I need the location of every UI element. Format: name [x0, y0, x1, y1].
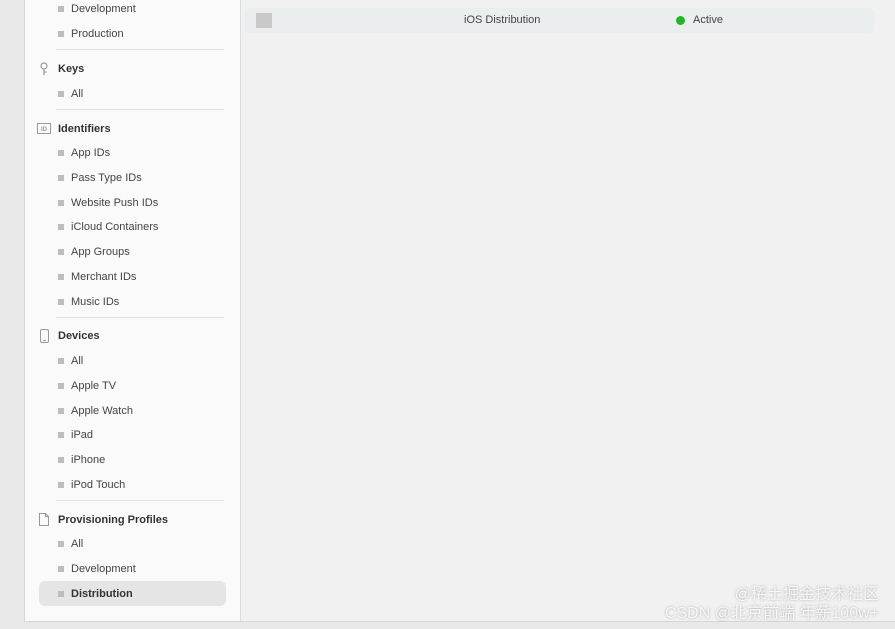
main-content: iOS Distribution Active — [242, 0, 895, 621]
section-title: Identifiers — [58, 122, 111, 135]
sidebar-item-apple-watch[interactable]: Apple Watch — [25, 398, 240, 423]
sidebar-item-devices-all[interactable]: All — [25, 349, 240, 374]
bullet-icon — [58, 590, 64, 597]
sidebar-item-iphone[interactable]: iPhone — [25, 448, 240, 473]
section-title: Keys — [58, 62, 85, 75]
document-icon — [37, 513, 51, 527]
section-header-devices: Devices — [25, 324, 240, 349]
sidebar-item-label: App Groups — [71, 246, 130, 259]
sidebar-item-profiles-all[interactable]: All — [25, 532, 240, 557]
bullet-icon — [58, 432, 64, 439]
sidebar-item-label: iPod Touch — [71, 478, 126, 491]
status-dot-icon — [676, 15, 685, 25]
profile-name: iOS Distribution — [464, 14, 541, 26]
bullet-icon — [58, 199, 64, 206]
sidebar-item-profiles-development[interactable]: Development — [25, 557, 240, 582]
sidebar-item-label: All — [71, 538, 84, 551]
watermark-line-2: CSDN @北京前端 年薪100w+ — [664, 605, 879, 622]
sidebar: Development Production Keys All ID Ident… — [25, 0, 241, 621]
sidebar-item-label: Development — [71, 3, 136, 16]
sidebar-item-keys-all[interactable]: All — [25, 81, 240, 106]
section-title: Devices — [58, 330, 100, 343]
sidebar-item-label: iPad — [71, 429, 94, 442]
bullet-icon — [58, 456, 64, 463]
sidebar-item-app-groups[interactable]: App Groups — [25, 240, 240, 265]
bullet-icon — [58, 273, 64, 280]
section-header-identifiers: ID Identifiers — [25, 116, 240, 141]
bullet-icon — [58, 90, 64, 97]
bullet-icon — [58, 6, 64, 13]
section-header-keys: Keys — [25, 56, 240, 81]
sidebar-item-label: Apple TV — [71, 379, 117, 392]
status-cell: Active — [676, 14, 723, 26]
divider — [56, 109, 224, 111]
watermark: @稀土掘金技术社区 CSDN @北京前端 年薪100w+ — [665, 585, 879, 623]
bullet-icon — [58, 298, 64, 305]
sidebar-item-label: App IDs — [71, 147, 111, 160]
sidebar-item-label: Development — [71, 563, 136, 576]
bullet-icon — [58, 566, 64, 573]
section-header-provisioning-profiles: Provisioning Profiles — [25, 507, 240, 532]
bullet-icon — [58, 175, 64, 182]
phone-icon — [37, 329, 51, 344]
certificates-section: Development Production — [25, 0, 240, 51]
bullet-icon — [58, 382, 64, 389]
sidebar-item-label: All — [71, 87, 84, 100]
sidebar-item-merchant-ids[interactable]: Merchant IDs — [25, 265, 240, 290]
svg-text:ID: ID — [41, 127, 48, 133]
sidebar-item-label: iPhone — [71, 453, 106, 466]
identifiers-section: ID Identifiers App IDs Pass Type IDs Web… — [25, 116, 240, 318]
sidebar-item-label: iCloud Containers — [71, 221, 159, 234]
section-title: Provisioning Profiles — [58, 513, 169, 526]
key-icon — [37, 62, 51, 76]
sidebar-item-music-ids[interactable]: Music IDs — [25, 289, 240, 314]
divider — [56, 500, 224, 501]
keys-section: Keys All — [25, 56, 240, 111]
sidebar-item-label: Production — [71, 28, 124, 41]
bullet-icon — [58, 407, 64, 414]
app-window: Development Production Keys All ID Ident… — [24, 0, 895, 622]
sidebar-item-app-ids[interactable]: App IDs — [25, 141, 240, 166]
devices-section: Devices All Apple TV Apple Watch iPad iP… — [25, 324, 240, 501]
sidebar-item-label: Pass Type IDs — [71, 172, 142, 185]
bullet-icon — [58, 224, 64, 231]
bullet-icon — [58, 31, 64, 38]
sidebar-item-label: Merchant IDs — [71, 270, 137, 283]
sidebar-item-certificates-production[interactable]: Production — [25, 22, 240, 47]
table-row[interactable]: iOS Distribution Active — [244, 8, 875, 33]
sidebar-item-website-push-ids[interactable]: Website Push IDs — [25, 190, 240, 215]
sidebar-item-icloud-containers[interactable]: iCloud Containers — [25, 215, 240, 240]
sidebar-item-apple-tv[interactable]: Apple TV — [25, 374, 240, 399]
sidebar-item-label: All — [71, 355, 84, 368]
row-checkbox[interactable] — [256, 13, 272, 28]
status-text: Active — [693, 14, 723, 26]
bullet-icon — [58, 249, 64, 256]
sidebar-item-ipod-touch[interactable]: iPod Touch — [25, 472, 240, 497]
bullet-icon — [58, 358, 64, 365]
sidebar-item-label: Music IDs — [71, 295, 120, 308]
bullet-icon — [58, 541, 64, 548]
sidebar-item-profiles-distribution[interactable]: Distribution — [39, 581, 226, 607]
provisioning-profiles-section: Provisioning Profiles All Development Di… — [25, 507, 240, 607]
watermark-line-1: @稀土掘金技术社区 — [734, 586, 879, 603]
bullet-icon — [58, 481, 64, 488]
sidebar-item-label: Website Push IDs — [71, 196, 159, 209]
sidebar-item-certificates-development[interactable]: Development — [25, 0, 240, 22]
sidebar-item-pass-type-ids[interactable]: Pass Type IDs — [25, 166, 240, 191]
id-card-icon: ID — [37, 122, 51, 136]
sidebar-item-label: Distribution — [71, 587, 133, 600]
divider — [56, 316, 224, 318]
sidebar-item-label: Apple Watch — [71, 404, 133, 417]
divider — [56, 49, 224, 51]
sidebar-item-ipad[interactable]: iPad — [25, 423, 240, 448]
bullet-icon — [58, 150, 64, 157]
